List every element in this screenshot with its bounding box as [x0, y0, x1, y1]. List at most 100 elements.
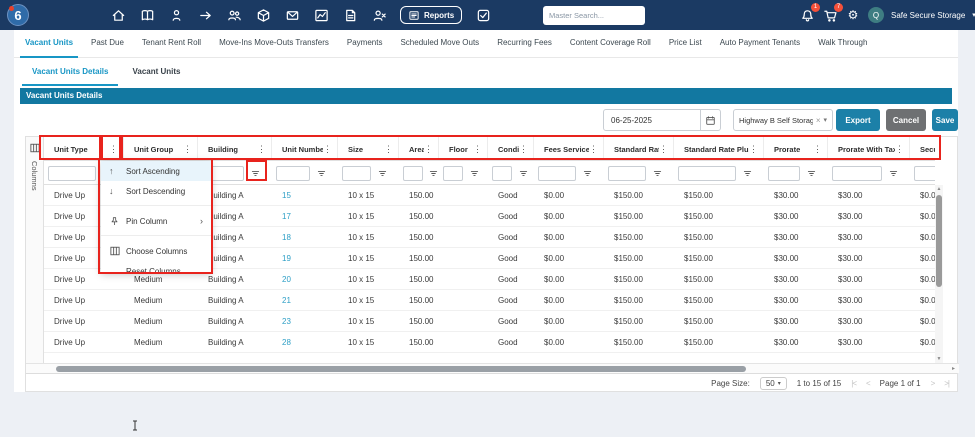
tab-recurring-fees[interactable]: Recurring Fees: [488, 29, 561, 57]
vertical-scroll-thumb[interactable]: [936, 195, 942, 287]
scroll-up-icon[interactable]: ▲: [935, 186, 943, 192]
filter-icon-standard-rate[interactable]: [651, 167, 664, 180]
column-menu-icon[interactable]: ⋮: [257, 144, 266, 154]
chart-icon[interactable]: [313, 7, 329, 23]
notifications-button[interactable]: 1: [799, 3, 820, 23]
column-menu-icon[interactable]: ⋮: [895, 144, 904, 154]
filter-input-standard-rate[interactable]: [608, 165, 646, 181]
document-icon[interactable]: [342, 7, 358, 23]
mail-icon[interactable]: [284, 7, 300, 23]
team-icon[interactable]: [226, 7, 242, 23]
menu-item-sort-descending[interactable]: ↓ Sort Descending: [101, 181, 211, 201]
scroll-right-icon[interactable]: ▸: [952, 365, 955, 372]
tab-walk-through[interactable]: Walk Through: [809, 29, 876, 57]
filter-icon-fees-services[interactable]: [581, 167, 594, 180]
user-remove-icon[interactable]: [371, 7, 387, 23]
home-icon[interactable]: [110, 7, 126, 23]
horizontal-scrollbar[interactable]: ▸: [26, 363, 959, 373]
tab-move-ins-move-outs-transfers[interactable]: Move-Ins Move-Outs Transfers: [210, 29, 338, 57]
filter-input-prorate-with-tax[interactable]: [832, 165, 882, 181]
unit-number-link[interactable]: 20: [272, 269, 338, 289]
filter-input-secu[interactable]: [914, 165, 935, 181]
tasks-icon[interactable]: [475, 7, 491, 23]
unit-number-link[interactable]: 18: [272, 227, 338, 247]
tab-past-due[interactable]: Past Due: [82, 29, 133, 57]
tab-tenant-rent-roll[interactable]: Tenant Rent Roll: [133, 29, 210, 57]
scroll-down-icon[interactable]: ▼: [935, 356, 943, 362]
column-menu-icon[interactable]: ⋮: [473, 144, 482, 154]
column-header-building[interactable]: Building ⋮: [198, 137, 272, 160]
save-button[interactable]: Save: [932, 109, 958, 131]
column-menu-icon[interactable]: ⋮: [424, 144, 433, 154]
filter-input-area[interactable]: [403, 165, 423, 181]
menu-item-reset-columns[interactable]: Reset Columns: [101, 261, 211, 281]
last-page-icon[interactable]: >|: [944, 379, 950, 388]
filter-input-size[interactable]: [342, 165, 371, 181]
vertical-scrollbar[interactable]: ▲ ▼: [935, 185, 943, 363]
cancel-button[interactable]: Cancel: [886, 109, 926, 131]
package-icon[interactable]: [255, 7, 271, 23]
column-header-unit-number[interactable]: Unit Number ⋮: [272, 137, 338, 160]
menu-item-choose-columns[interactable]: Choose Columns: [101, 241, 211, 261]
column-header-area[interactable]: Area⋮: [399, 137, 439, 160]
filter-icon-floor[interactable]: [468, 167, 481, 180]
column-menu-icon[interactable]: ⋮: [384, 144, 393, 154]
menu-item-pin-column[interactable]: Pin Column ›: [101, 211, 211, 231]
column-header-standard-rate-plus-tax[interactable]: Standard Rate Plus Tax⋮: [674, 137, 764, 160]
filter-input-prorate[interactable]: [768, 165, 800, 181]
page-size-select[interactable]: 50 ▾: [759, 377, 787, 390]
filter-input-floor[interactable]: [443, 165, 463, 181]
column-header-unit-group[interactable]: Unit Group ⋮: [124, 137, 198, 160]
column-menu-icon[interactable]: ⋮: [323, 144, 332, 154]
export-button[interactable]: Export: [836, 109, 880, 131]
calendar-icon[interactable]: [700, 110, 720, 130]
column-menu-icon[interactable]: ⋮: [659, 144, 668, 154]
column-header-unit-type[interactable]: Unit Type ⋮: [44, 137, 124, 160]
facility-select[interactable]: Highway B Self Storage × ▾: [733, 109, 833, 131]
filter-input-fees-services[interactable]: [538, 165, 576, 181]
filter-input-condi[interactable]: [492, 165, 512, 181]
filter-input-unit-number[interactable]: [276, 165, 310, 181]
map-icon[interactable]: [139, 7, 155, 23]
account-menu[interactable]: Safe Secure Storage: [891, 11, 965, 20]
tab-price-list[interactable]: Price List: [660, 29, 711, 57]
column-header-secu[interactable]: Secu...⋮: [910, 137, 935, 160]
column-header-floor[interactable]: Floor ⋮: [439, 137, 488, 160]
column-menu-icon[interactable]: ⋮: [183, 144, 192, 154]
app-logo[interactable]: 6: [7, 4, 29, 26]
subtab-vacant-units[interactable]: Vacant Units: [120, 60, 192, 86]
clear-facility-icon[interactable]: ×: [816, 116, 821, 125]
unit-number-link[interactable]: 15: [272, 185, 338, 205]
filter-icon-prorate-with-tax[interactable]: [887, 167, 900, 180]
first-page-icon[interactable]: |<: [851, 379, 857, 388]
columns-panel-tab[interactable]: Columns: [26, 137, 44, 373]
unit-number-link[interactable]: 21: [272, 290, 338, 310]
filter-icon-standard-rate-plus-tax[interactable]: [741, 167, 754, 180]
tab-scheduled-move-outs[interactable]: Scheduled Move Outs: [391, 29, 488, 57]
column-header-fees-services[interactable]: Fees Services⋮: [534, 137, 604, 160]
report-date-field[interactable]: 06-25-2025: [603, 109, 721, 131]
column-header-standard-rate[interactable]: Standard Rate⋮: [604, 137, 674, 160]
filter-icon-area[interactable]: [428, 167, 439, 180]
column-menu-icon[interactable]: ⋮: [109, 144, 118, 154]
member-icon[interactable]: [168, 7, 184, 23]
column-menu-icon[interactable]: ⋮: [589, 144, 598, 154]
menu-item-sort-ascending[interactable]: ↑ Sort Ascending: [101, 161, 211, 181]
column-menu-icon[interactable]: ⋮: [749, 144, 758, 154]
unit-number-link[interactable]: 19: [272, 248, 338, 268]
cart-button[interactable]: 7: [822, 3, 843, 23]
tab-auto-payment-tenants[interactable]: Auto Payment Tenants: [711, 29, 809, 57]
horizontal-scroll-thumb[interactable]: [56, 366, 746, 372]
tab-vacant-units[interactable]: Vacant Units: [16, 29, 82, 58]
unit-number-link[interactable]: 23: [272, 311, 338, 331]
unit-number-link[interactable]: 17: [272, 206, 338, 226]
column-header-prorate-with-tax[interactable]: Prorate With Tax ⋮: [828, 137, 910, 160]
column-header-size[interactable]: Size ⋮: [338, 137, 399, 160]
tab-content-coverage-roll[interactable]: Content Coverage Roll: [561, 29, 660, 57]
filter-input-standard-rate-plus-tax[interactable]: [678, 165, 736, 181]
unit-number-link[interactable]: 28: [272, 332, 338, 352]
nav-reports-button[interactable]: Reports: [400, 6, 463, 24]
filter-icon-condi[interactable]: [517, 167, 530, 180]
filter-icon-prorate[interactable]: [805, 167, 818, 180]
tab-payments[interactable]: Payments: [338, 29, 392, 57]
